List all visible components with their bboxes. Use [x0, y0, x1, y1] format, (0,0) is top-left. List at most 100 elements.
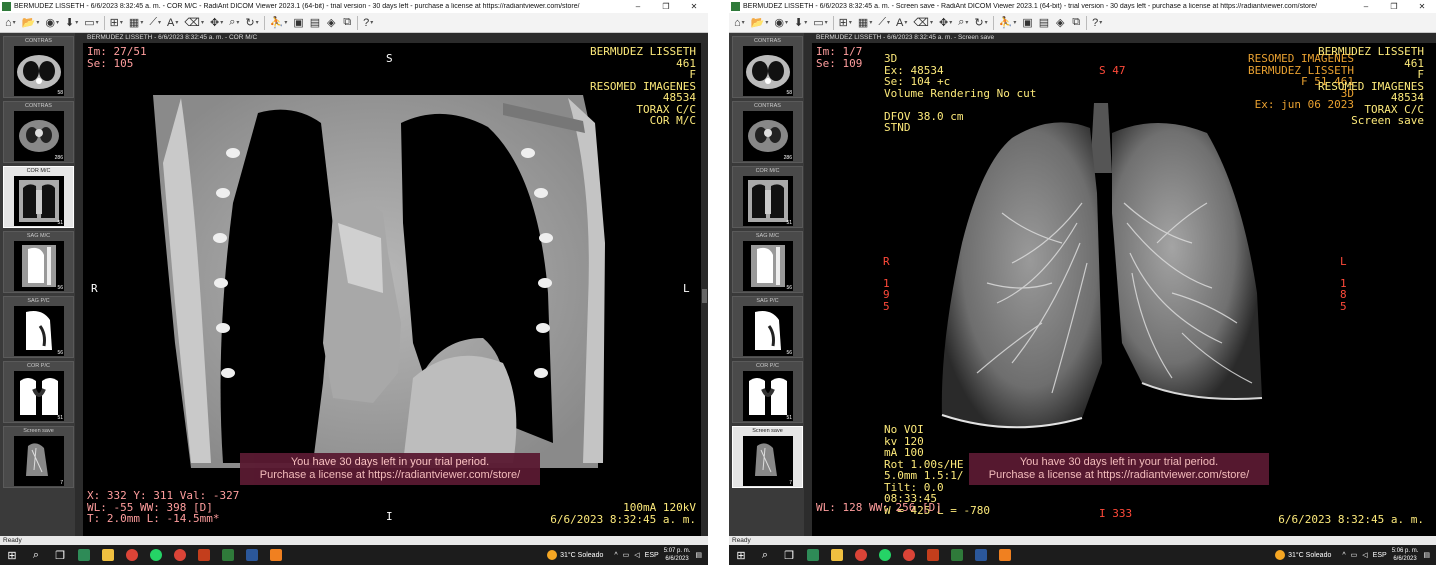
- network-icon[interactable]: ▭: [623, 551, 630, 559]
- grid-icon[interactable]: ▦ ▾: [856, 15, 874, 31]
- volume-icon[interactable]: ◁: [634, 551, 639, 559]
- whatsapp-icon[interactable]: [144, 545, 168, 565]
- whatsapp-icon[interactable]: [873, 545, 897, 565]
- trial-banner[interactable]: You have 30 days left in your trial peri…: [969, 453, 1269, 485]
- eraser-icon[interactable]: ⌫ ▾: [182, 15, 206, 31]
- download-icon[interactable]: ⬇ ▾: [63, 15, 80, 31]
- person-icon[interactable]: ⛹ ▾: [997, 15, 1019, 31]
- series-thumb-5[interactable]: SAG P/C 56: [3, 296, 74, 358]
- trial-banner[interactable]: You have 30 days left in your trial peri…: [240, 453, 540, 485]
- file-explorer-icon[interactable]: [825, 545, 849, 565]
- series-thumb-3-selected[interactable]: COR M/C 51: [3, 166, 74, 228]
- help-icon[interactable]: ? ▾: [361, 15, 375, 31]
- open-folder-icon[interactable]: 📂 ▾: [20, 15, 42, 31]
- viewport-scrollbar[interactable]: [701, 43, 708, 536]
- trial-banner-link[interactable]: Purchase a license at https://radiantvie…: [975, 469, 1263, 482]
- monitor-icon[interactable]: ▭ ▾: [82, 15, 100, 31]
- series-thumb-4[interactable]: SAG M/C 56: [3, 231, 74, 293]
- open-folder-icon[interactable]: 📂 ▾: [749, 15, 771, 31]
- windows-start-icon[interactable]: ⊞: [729, 545, 753, 565]
- chrome-profile-icon[interactable]: [897, 545, 921, 565]
- vlc-icon[interactable]: [993, 545, 1017, 565]
- monitor-icon[interactable]: ▭ ▾: [811, 15, 829, 31]
- word-icon[interactable]: [240, 545, 264, 565]
- chrome-icon[interactable]: [120, 545, 144, 565]
- clock[interactable]: 5:07 p. m. 6/6/2023: [664, 547, 691, 563]
- chrome-profile-icon[interactable]: [168, 545, 192, 565]
- measure-icon[interactable]: ⟋ ▾: [876, 15, 892, 31]
- layout-icon[interactable]: ⊞ ▾: [837, 15, 854, 31]
- maximize-button[interactable]: ❐: [652, 2, 680, 11]
- close-button[interactable]: ✕: [680, 2, 708, 11]
- weather-widget[interactable]: 31°C Soleado: [547, 550, 603, 560]
- search-icon[interactable]: ⌕: [24, 545, 48, 565]
- image-viewport[interactable]: BERMUDEZ LISSETH - 6/6/2023 8:32:45 a. m…: [812, 33, 1436, 536]
- sidebar-scrollbar[interactable]: [804, 33, 812, 536]
- language-indicator[interactable]: ESP: [645, 552, 659, 559]
- radiant-app-icon[interactable]: [216, 545, 240, 565]
- powerpoint-icon[interactable]: [921, 545, 945, 565]
- vlc-icon[interactable]: [264, 545, 288, 565]
- zoom-icon[interactable]: ⌕ ▾: [227, 15, 241, 31]
- scrollbar-thumb[interactable]: [702, 289, 707, 303]
- series-thumb-3[interactable]: COR M/C 51: [732, 166, 803, 228]
- volume-rendering-image[interactable]: Im: 1/7 Se: 109 3D Ex: 48534 Se: 104 +c …: [812, 43, 1436, 536]
- language-indicator[interactable]: ESP: [1373, 552, 1387, 559]
- chevron-up-icon[interactable]: ^: [1342, 552, 1345, 559]
- close-button[interactable]: ✕: [1408, 2, 1436, 11]
- volume-icon[interactable]: ◁: [1362, 551, 1367, 559]
- zoom-icon[interactable]: ⌕ ▾: [956, 15, 970, 31]
- clock[interactable]: 5:06 p. m. 6/6/2023: [1392, 547, 1419, 563]
- mirror-icon[interactable]: ⧉: [340, 15, 354, 31]
- windows-start-icon[interactable]: ⊞: [0, 545, 24, 565]
- file-explorer-icon[interactable]: [96, 545, 120, 565]
- measure-icon[interactable]: ⟋ ▾: [147, 15, 163, 31]
- text-icon[interactable]: A ▾: [165, 15, 180, 31]
- powerpoint-icon[interactable]: [192, 545, 216, 565]
- calendar-app-icon[interactable]: [72, 545, 96, 565]
- series-thumb-5[interactable]: SAG P/C 56: [732, 296, 803, 358]
- minimize-button[interactable]: –: [624, 2, 652, 11]
- maximize-button[interactable]: ❐: [1380, 2, 1408, 11]
- minimize-button[interactable]: –: [1352, 2, 1380, 11]
- series-thumb-7-selected[interactable]: Screen save 7: [732, 426, 803, 488]
- sidebar-scrollbar[interactable]: [75, 33, 83, 536]
- rotate-icon[interactable]: ↻ ▾: [972, 15, 989, 31]
- camera-icon[interactable]: ▣: [291, 15, 305, 31]
- image-viewport[interactable]: BERMUDEZ LISSETH - 6/6/2023 8:32:45 a. m…: [83, 33, 708, 536]
- word-icon[interactable]: [969, 545, 993, 565]
- download-icon[interactable]: ⬇ ▾: [792, 15, 809, 31]
- eraser-icon[interactable]: ⌫ ▾: [911, 15, 935, 31]
- home-icon[interactable]: ⌂ ▾: [732, 15, 747, 31]
- series-thumb-2[interactable]: CONTRAS 286: [732, 101, 803, 163]
- weather-widget[interactable]: 31°C Soleado: [1275, 550, 1331, 560]
- series-thumb-2[interactable]: CONTRAS 286: [3, 101, 74, 163]
- text-icon[interactable]: A ▾: [894, 15, 909, 31]
- grid-icon[interactable]: ▦ ▾: [127, 15, 145, 31]
- pan-icon[interactable]: ✥ ▾: [208, 15, 225, 31]
- search-icon[interactable]: ⌕: [753, 545, 777, 565]
- mirror-icon[interactable]: ⧉: [1069, 15, 1083, 31]
- radiant-app-icon[interactable]: [945, 545, 969, 565]
- series-thumb-7[interactable]: Screen save 7: [3, 426, 74, 488]
- coronal-ct-image[interactable]: Im: 27/51 Se: 105 BERMUDEZ LISSETH 461 F…: [83, 43, 708, 536]
- chrome-icon[interactable]: [849, 545, 873, 565]
- trial-banner-link[interactable]: Purchase a license at https://radiantvie…: [246, 469, 534, 482]
- series-thumb-1[interactable]: CONTRAS 58: [732, 36, 803, 98]
- mpr-icon[interactable]: ▤: [308, 15, 322, 31]
- series-thumb-4[interactable]: SAG M/C 56: [732, 231, 803, 293]
- person-icon[interactable]: ⛹ ▾: [268, 15, 290, 31]
- disc-icon[interactable]: ◉ ▾: [772, 15, 790, 31]
- series-thumb-6[interactable]: COR P/C 51: [732, 361, 803, 423]
- chevron-up-icon[interactable]: ^: [614, 552, 617, 559]
- task-view-icon[interactable]: ❐: [48, 545, 72, 565]
- series-thumb-6[interactable]: COR P/C 51: [3, 361, 74, 423]
- mpr-icon[interactable]: ▤: [1037, 15, 1051, 31]
- layout-icon[interactable]: ⊞ ▾: [108, 15, 125, 31]
- pan-icon[interactable]: ✥ ▾: [937, 15, 954, 31]
- 3d-icon[interactable]: ◈: [1053, 15, 1067, 31]
- disc-icon[interactable]: ◉ ▾: [43, 15, 61, 31]
- 3d-icon[interactable]: ◈: [324, 15, 338, 31]
- notification-icon[interactable]: ▤: [695, 551, 702, 559]
- rotate-icon[interactable]: ↻ ▾: [243, 15, 260, 31]
